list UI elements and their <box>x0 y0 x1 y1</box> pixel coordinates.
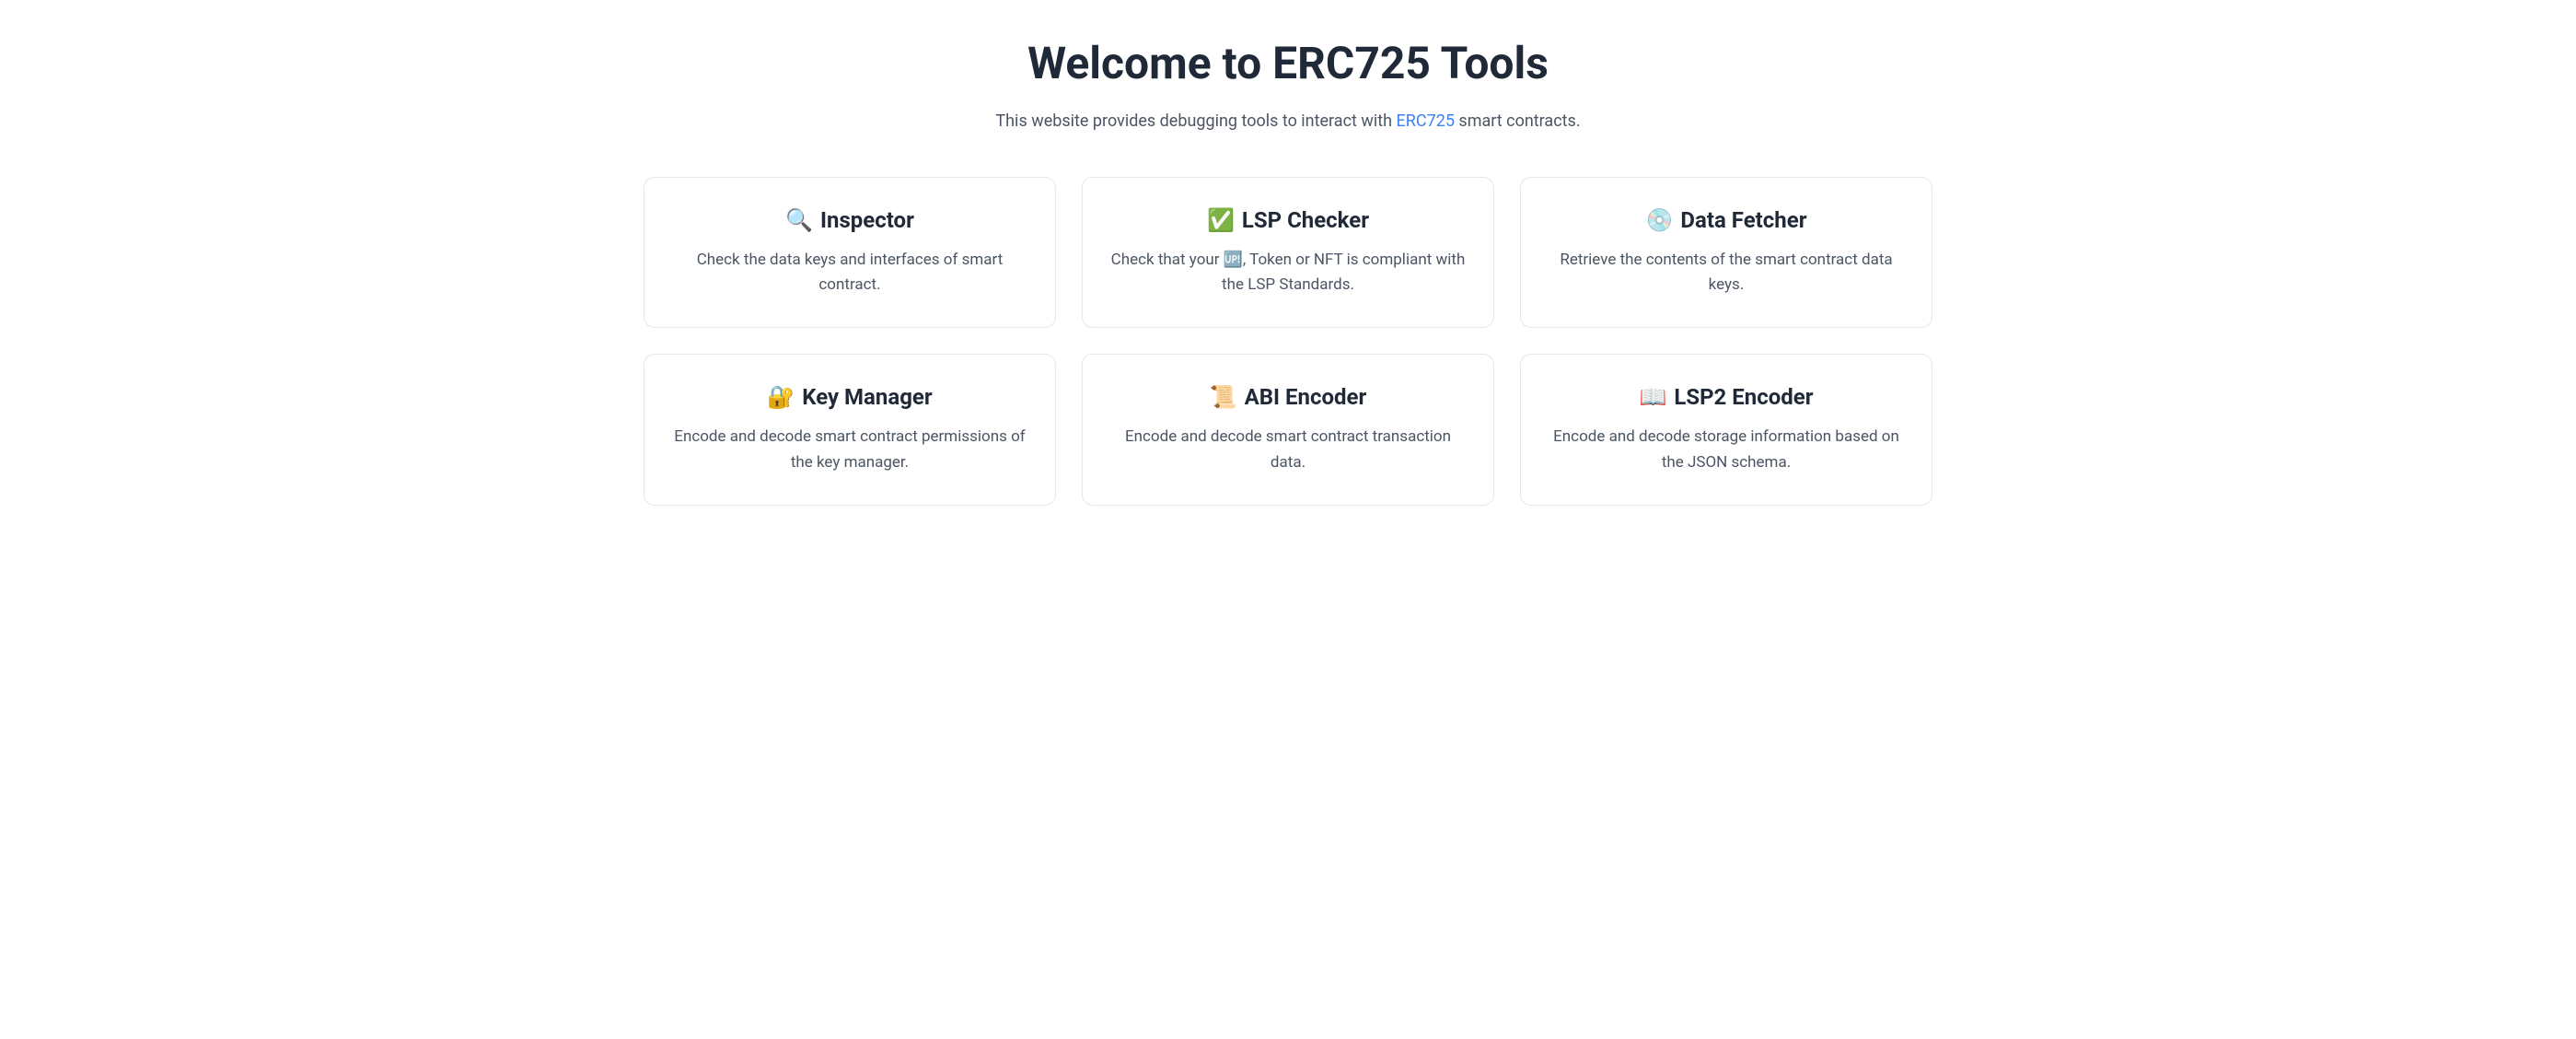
card-title: 📜 ABI Encoder <box>1108 384 1468 410</box>
card-inspector[interactable]: 🔍 Inspector Check the data keys and inte… <box>644 177 1056 328</box>
erc725-link[interactable]: ERC725 <box>1397 111 1455 131</box>
checkmark-icon: ✅ <box>1207 207 1235 233</box>
scroll-icon: 📜 <box>1210 384 1237 410</box>
card-title: 💿 Data Fetcher <box>1547 207 1906 233</box>
card-lsp-checker[interactable]: ✅ LSP Checker Check that your 🆙, Token o… <box>1082 177 1494 328</box>
card-abi-encoder[interactable]: 📜 ABI Encoder Encode and decode smart co… <box>1082 354 1494 505</box>
book-icon: 📖 <box>1639 384 1666 410</box>
card-description: Check the data keys and interfaces of sm… <box>670 248 1029 298</box>
card-title: 🔐 Key Manager <box>670 384 1029 410</box>
card-title: ✅ LSP Checker <box>1108 207 1468 233</box>
card-title-text: Data Fetcher <box>1680 207 1806 233</box>
card-lsp2-encoder[interactable]: 📖 LSP2 Encoder Encode and decode storage… <box>1520 354 1932 505</box>
card-description: Retrieve the contents of the smart contr… <box>1547 248 1906 298</box>
tools-grid: 🔍 Inspector Check the data keys and inte… <box>644 177 1932 506</box>
card-title-text: Key Manager <box>802 384 932 410</box>
card-description: Check that your 🆙, Token or NFT is compl… <box>1108 248 1468 298</box>
card-title: 🔍 Inspector <box>670 207 1029 233</box>
subtitle-text-prefix: This website provides debugging tools to… <box>995 111 1396 131</box>
page-title: Welcome to ERC725 Tools <box>644 37 1932 89</box>
card-title: 📖 LSP2 Encoder <box>1547 384 1906 410</box>
card-title-text: Inspector <box>820 207 914 233</box>
card-title-text: LSP Checker <box>1242 207 1369 233</box>
lock-icon: 🔐 <box>767 384 795 410</box>
disc-icon: 💿 <box>1646 207 1674 233</box>
magnifier-icon: 🔍 <box>785 207 813 233</box>
subtitle-text-suffix: smart contracts. <box>1455 111 1581 131</box>
card-description: Encode and decode smart contract permiss… <box>670 425 1029 474</box>
card-description: Encode and decode smart contract transac… <box>1108 425 1468 474</box>
card-key-manager[interactable]: 🔐 Key Manager Encode and decode smart co… <box>644 354 1056 505</box>
page-subtitle: This website provides debugging tools to… <box>644 111 1932 131</box>
card-title-text: ABI Encoder <box>1245 384 1367 410</box>
card-title-text: LSP2 Encoder <box>1674 384 1813 410</box>
card-data-fetcher[interactable]: 💿 Data Fetcher Retrieve the contents of … <box>1520 177 1932 328</box>
card-description: Encode and decode storage information ba… <box>1547 425 1906 474</box>
